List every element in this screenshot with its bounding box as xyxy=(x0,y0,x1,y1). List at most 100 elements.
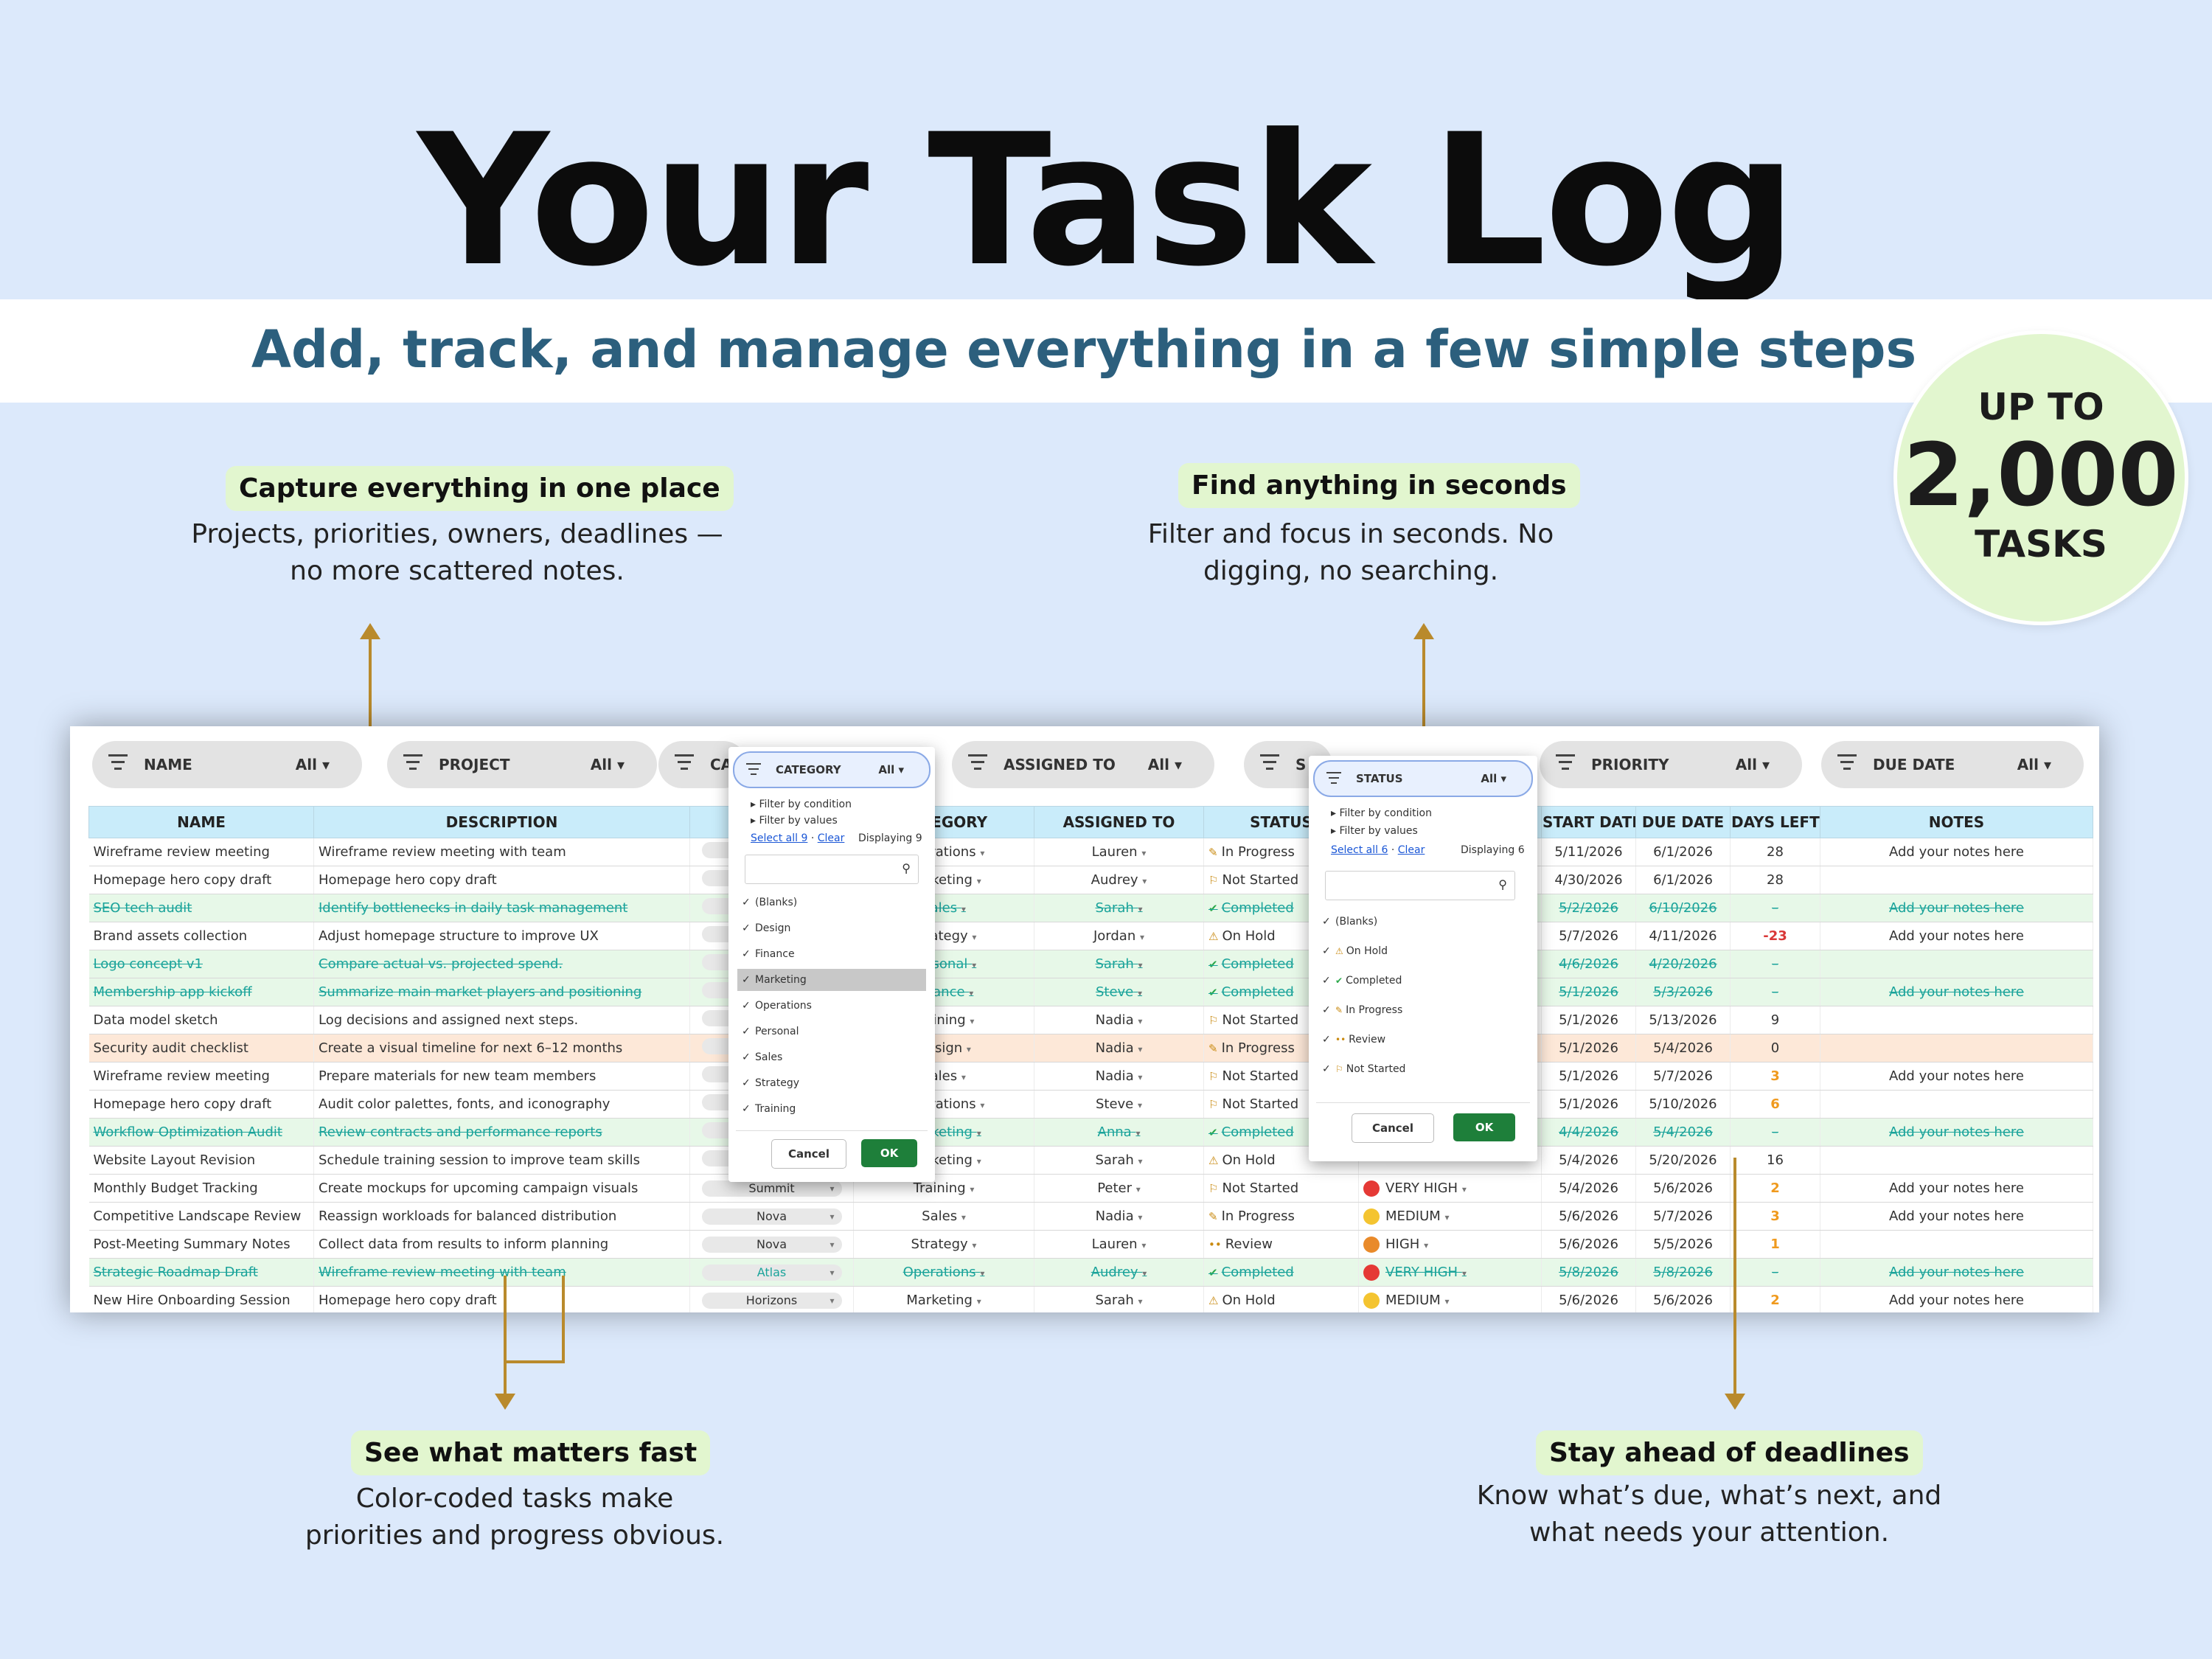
task-category[interactable]: Marketing ▾ xyxy=(853,1286,1034,1312)
task-assigned-to[interactable]: Audrey ▾ xyxy=(1034,866,1204,894)
task-assigned-to[interactable]: Jordan ▾ xyxy=(1034,922,1204,950)
task-assigned-to[interactable]: Nadia ▾ xyxy=(1034,1006,1204,1034)
task-project[interactable]: Atlas ▾ xyxy=(689,1258,854,1287)
filter-by-condition[interactable]: ▸ Filter by condition xyxy=(751,799,852,810)
task-due-date[interactable]: 5/7/2026 xyxy=(1635,1202,1731,1231)
filter-chip-due-date[interactable]: DUE DATE All ▾ xyxy=(1821,741,2084,788)
popup-header[interactable]: STATUS All ▾ xyxy=(1313,760,1533,797)
status-option[interactable]: ✓ ✔ Completed xyxy=(1318,970,1528,992)
table-row[interactable]: Workflow Optimization Audit Review contra… xyxy=(88,1118,2093,1147)
task-notes[interactable] xyxy=(1820,1006,2093,1034)
task-name[interactable]: Security audit checklist xyxy=(88,1034,314,1062)
task-assigned-to[interactable]: Sarah ▾ xyxy=(1034,1286,1204,1312)
task-name[interactable]: Website Layout Revision xyxy=(88,1146,314,1175)
clear-link[interactable]: Clear xyxy=(818,832,845,844)
task-due-date[interactable]: 5/13/2026 xyxy=(1635,1006,1731,1034)
status-option[interactable]: ✓ •• Review xyxy=(1318,1029,1528,1051)
column-header-due-date[interactable]: DUE DATE xyxy=(1635,806,1731,838)
table-row[interactable]: Monthly Budget Tracking Create mockups fo… xyxy=(88,1174,2093,1203)
task-start-date[interactable]: 4/6/2026 xyxy=(1541,950,1636,978)
filter-chip-assigned-to[interactable]: ASSIGNED TO All ▾ xyxy=(952,741,1214,788)
task-start-date[interactable]: 5/1/2026 xyxy=(1541,1090,1636,1119)
task-due-date[interactable]: 6/1/2026 xyxy=(1635,838,1731,866)
task-assigned-to[interactable]: Sarah ▾ xyxy=(1034,894,1204,922)
task-start-date[interactable]: 5/7/2026 xyxy=(1541,922,1636,950)
category-option[interactable]: ✓ Training xyxy=(737,1098,926,1120)
column-header-description[interactable]: DESCRIPTION xyxy=(313,806,690,838)
task-assigned-to[interactable]: Steve ▾ xyxy=(1034,978,1204,1006)
task-project[interactable]: Nova ▾ xyxy=(689,1202,854,1231)
task-notes[interactable] xyxy=(1820,1090,2093,1119)
task-name[interactable]: Wireframe review meeting xyxy=(88,1062,314,1091)
task-start-date[interactable]: 5/11/2026 xyxy=(1541,838,1636,866)
task-name[interactable]: Workflow Optimization Audit xyxy=(88,1118,314,1147)
category-option[interactable]: ✓ Finance xyxy=(737,943,926,965)
task-notes[interactable]: Add your notes here xyxy=(1820,978,2093,1006)
task-category[interactable]: Operations ▾ xyxy=(853,1258,1034,1287)
task-name[interactable]: Monthly Budget Tracking xyxy=(88,1174,314,1203)
task-start-date[interactable]: 5/1/2026 xyxy=(1541,978,1636,1006)
task-name[interactable]: Wireframe review meeting xyxy=(88,838,314,866)
task-due-date[interactable]: 5/4/2026 xyxy=(1635,1118,1731,1147)
task-due-date[interactable]: 5/20/2026 xyxy=(1635,1146,1731,1175)
task-due-date[interactable]: 4/20/2026 xyxy=(1635,950,1731,978)
filter-by-values[interactable]: ▸ Filter by values xyxy=(1331,825,1418,837)
task-notes[interactable] xyxy=(1820,1034,2093,1062)
table-row[interactable]: Data model sketch Log decisions and assig… xyxy=(88,1006,2093,1034)
table-row[interactable]: Wireframe review meeting Prepare material… xyxy=(88,1062,2093,1091)
task-start-date[interactable]: 5/6/2026 xyxy=(1541,1230,1636,1259)
task-name[interactable]: Post-Meeting Summary Notes xyxy=(88,1230,314,1259)
task-description[interactable]: Audit color palettes, fonts, and iconogr… xyxy=(313,1090,690,1119)
task-project[interactable]: Horizons ▾ xyxy=(689,1286,854,1312)
filter-by-condition[interactable]: ▸ Filter by condition xyxy=(1331,807,1432,819)
ok-button[interactable]: OK xyxy=(1453,1113,1515,1141)
project-chip[interactable]: Summit ▾ xyxy=(701,1180,842,1197)
task-notes[interactable]: Add your notes here xyxy=(1820,1258,2093,1287)
task-description[interactable]: Identify bottlenecks in daily task manag… xyxy=(313,894,690,922)
task-description[interactable]: Log decisions and assigned next steps. xyxy=(313,1006,690,1034)
task-due-date[interactable]: 5/5/2026 xyxy=(1635,1230,1731,1259)
filter-by-values[interactable]: ▸ Filter by values xyxy=(751,815,838,827)
task-due-date[interactable]: 5/8/2026 xyxy=(1635,1258,1731,1287)
table-row[interactable]: Competitive Landscape Review Reassign wor… xyxy=(88,1202,2093,1231)
task-notes[interactable] xyxy=(1820,1146,2093,1175)
filter-chip-name[interactable]: NAME All ▾ xyxy=(92,741,362,788)
task-priority[interactable]: VERY HIGH ▾ xyxy=(1358,1258,1542,1287)
task-description[interactable]: Prepare materials for new team members xyxy=(313,1062,690,1091)
task-due-date[interactable]: 6/10/2026 xyxy=(1635,894,1731,922)
task-notes[interactable] xyxy=(1820,950,2093,978)
select-all-link[interactable]: Select all 9 xyxy=(751,832,807,844)
task-notes[interactable]: Add your notes here xyxy=(1820,922,2093,950)
task-assigned-to[interactable]: Peter ▾ xyxy=(1034,1174,1204,1203)
task-name[interactable]: Competitive Landscape Review xyxy=(88,1202,314,1231)
task-name[interactable]: SEO tech audit xyxy=(88,894,314,922)
project-chip[interactable]: Nova ▾ xyxy=(701,1236,842,1253)
task-notes[interactable]: Add your notes here xyxy=(1820,1118,2093,1147)
task-priority[interactable]: VERY HIGH ▾ xyxy=(1358,1174,1542,1203)
table-row[interactable]: Wireframe review meeting Wireframe review… xyxy=(88,838,2093,866)
project-chip[interactable]: Atlas ▾ xyxy=(701,1264,842,1281)
task-start-date[interactable]: 5/2/2026 xyxy=(1541,894,1636,922)
task-notes[interactable] xyxy=(1820,866,2093,894)
ok-button[interactable]: OK xyxy=(861,1139,917,1167)
task-name[interactable]: Data model sketch xyxy=(88,1006,314,1034)
task-notes[interactable]: Add your notes here xyxy=(1820,1202,2093,1231)
task-assigned-to[interactable]: Lauren ▾ xyxy=(1034,1230,1204,1259)
status-option[interactable]: ✓ ⚐ Not Started xyxy=(1318,1058,1528,1080)
task-due-date[interactable]: 4/11/2026 xyxy=(1635,922,1731,950)
task-due-date[interactable]: 5/10/2026 xyxy=(1635,1090,1731,1119)
task-name[interactable]: Homepage hero copy draft xyxy=(88,1090,314,1119)
task-due-date[interactable]: 6/1/2026 xyxy=(1635,866,1731,894)
table-row[interactable]: Strategic Roadmap Draft Wireframe review … xyxy=(88,1258,2093,1287)
task-status[interactable]: •• Review xyxy=(1203,1230,1359,1259)
table-row[interactable]: Membership app kickoff Summarize main mar… xyxy=(88,978,2093,1006)
task-category[interactable]: Sales ▾ xyxy=(853,1202,1034,1231)
category-option[interactable]: ✓ Operations xyxy=(737,995,926,1017)
column-header-notes[interactable]: NOTES xyxy=(1820,806,2093,838)
table-row[interactable]: Homepage hero copy draft Audit color pale… xyxy=(88,1090,2093,1119)
task-description[interactable]: Homepage hero copy draft xyxy=(313,1286,690,1312)
task-description[interactable]: Wireframe review meeting with team xyxy=(313,838,690,866)
task-priority[interactable]: HIGH ▾ xyxy=(1358,1230,1542,1259)
task-assigned-to[interactable]: Nadia ▾ xyxy=(1034,1062,1204,1091)
task-due-date[interactable]: 5/7/2026 xyxy=(1635,1062,1731,1091)
